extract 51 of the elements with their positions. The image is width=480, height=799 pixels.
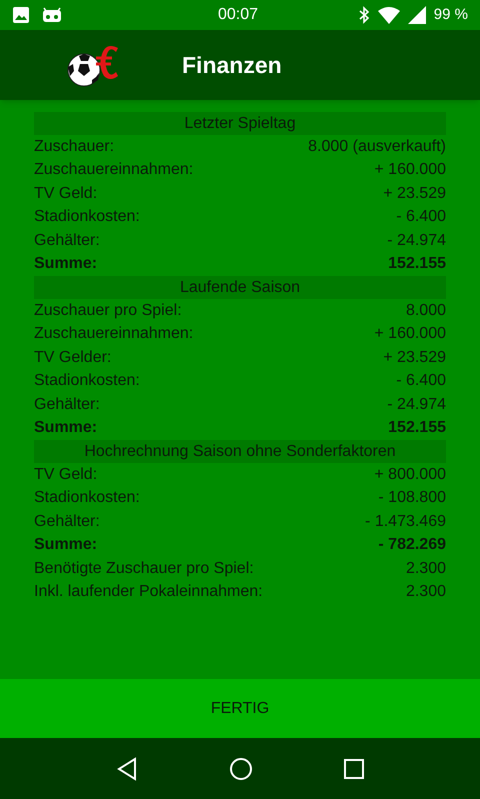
signal-icon bbox=[408, 6, 426, 24]
row-label: Stadionkosten: bbox=[34, 488, 140, 508]
row-value: + 160.000 bbox=[374, 160, 446, 180]
row-value: - 6.400 bbox=[396, 371, 446, 392]
row-label: Summe: bbox=[34, 418, 98, 438]
row-value: - 108.800 bbox=[378, 488, 446, 508]
row-value: + 160.000 bbox=[374, 324, 446, 344]
row-label: Inkl. laufender Pokaleinnahmen: bbox=[34, 582, 263, 602]
row-label: Zuschauer: bbox=[34, 136, 114, 157]
row-value: - 6.400 bbox=[396, 207, 446, 228]
row-value: - 1.473.469 bbox=[365, 512, 446, 532]
row-label: Gehälter: bbox=[34, 394, 100, 415]
row-label: Benötigte Zuschauer pro Spiel: bbox=[34, 558, 254, 579]
row-value: + 23.529 bbox=[383, 184, 446, 204]
row-label: TV Geld: bbox=[34, 464, 98, 485]
wifi-icon bbox=[378, 6, 400, 24]
row-value: 152.155 bbox=[388, 418, 446, 438]
clock-time: 00:07 bbox=[218, 5, 258, 25]
row-label: Gehälter: bbox=[34, 512, 100, 532]
row-label: Zuschauereinnahmen: bbox=[34, 324, 194, 344]
recents-icon[interactable] bbox=[344, 758, 364, 778]
done-button[interactable]: FERTIG bbox=[0, 679, 480, 738]
section-header: Laufende Saison bbox=[34, 276, 446, 299]
row-label: Gehälter: bbox=[34, 230, 100, 251]
row-value: - 24.974 bbox=[387, 230, 446, 251]
home-icon[interactable] bbox=[228, 756, 253, 780]
row-value: - 24.974 bbox=[387, 394, 446, 415]
row-label: Stadionkosten: bbox=[34, 207, 140, 228]
battery-percentage: 99 % bbox=[434, 4, 468, 25]
section-header: Hochrechnung Saison ohne Sonderfaktoren bbox=[34, 440, 446, 463]
row-value: - 782.269 bbox=[378, 535, 446, 556]
row-label: TV Geld: bbox=[34, 184, 98, 204]
bluetooth-icon bbox=[358, 6, 370, 24]
row-label: Summe: bbox=[34, 254, 98, 274]
row-label: TV Gelder: bbox=[34, 348, 112, 368]
row-value: + 800.000 bbox=[374, 464, 446, 485]
row-value: 8.000 bbox=[406, 300, 446, 321]
row-label: Summe: bbox=[34, 535, 98, 556]
screen-title: Finanzen bbox=[182, 50, 282, 80]
section-header: Letzter Spieltag bbox=[34, 112, 446, 135]
row-label: Stadionkosten: bbox=[34, 371, 140, 392]
row-value: 2.300 bbox=[406, 558, 446, 579]
row-value: 8.000 (ausverkauft) bbox=[308, 136, 446, 157]
row-value: + 23.529 bbox=[383, 348, 446, 368]
row-label: Zuschauereinnahmen: bbox=[34, 160, 194, 180]
image-icon bbox=[12, 6, 30, 24]
android-icon bbox=[42, 7, 62, 23]
row-label: Zuschauer pro Spiel: bbox=[34, 300, 182, 321]
row-value: 2.300 bbox=[406, 582, 446, 602]
row-value: 152.155 bbox=[388, 254, 446, 274]
back-icon[interactable] bbox=[116, 756, 138, 780]
